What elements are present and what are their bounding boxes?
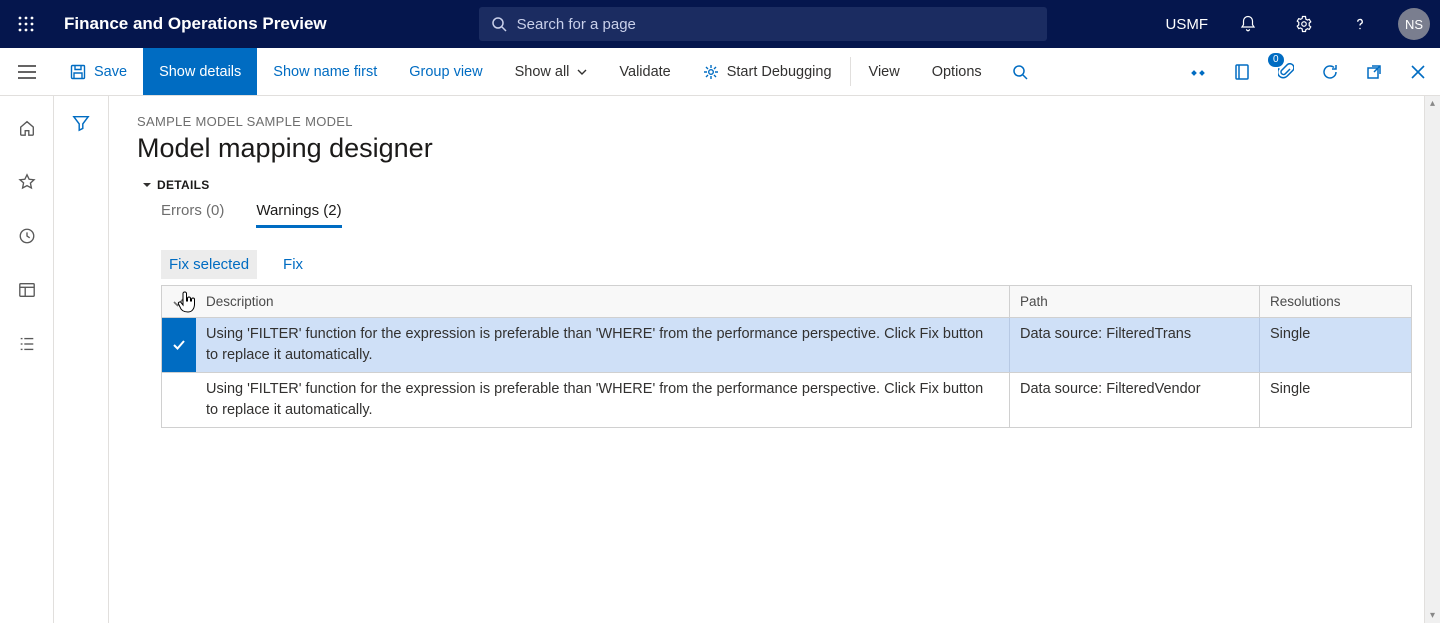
warnings-grid: Description Path Resolutions Using 'FILT…: [161, 285, 1412, 428]
show-name-first-label: Show name first: [273, 64, 377, 80]
row-checkbox[interactable]: [162, 318, 196, 372]
table-row[interactable]: Using 'FILTER' function for the expressi…: [162, 318, 1411, 373]
cell-path: Data source: FilteredTrans: [1009, 318, 1259, 372]
personalize-icon[interactable]: [1176, 48, 1220, 95]
app-launcher-icon[interactable]: [10, 8, 42, 40]
settings-icon[interactable]: [1282, 0, 1326, 48]
filter-pane-toggle[interactable]: [54, 96, 109, 623]
cell-description: Using 'FILTER' function for the expressi…: [196, 373, 1009, 427]
save-label: Save: [94, 64, 127, 80]
fix-action-row: Fix selected Fix: [161, 250, 1412, 279]
favorites-icon[interactable]: [0, 168, 54, 196]
popout-icon[interactable]: [1352, 48, 1396, 95]
caret-down-icon: [143, 181, 151, 189]
view-label: View: [869, 64, 900, 80]
fix-button[interactable]: Fix: [275, 250, 311, 279]
refresh-icon[interactable]: [1308, 48, 1352, 95]
header-resolutions[interactable]: Resolutions: [1259, 286, 1411, 317]
global-search-input[interactable]: [517, 16, 1035, 33]
cell-resolutions: Single: [1259, 373, 1411, 427]
attachments-badge: 0: [1268, 53, 1284, 67]
help-icon[interactable]: [1338, 0, 1382, 48]
tab-warnings[interactable]: Warnings (2): [256, 202, 341, 228]
scroll-up-icon[interactable]: ▴: [1430, 98, 1435, 109]
show-details-button[interactable]: Show details: [143, 48, 257, 95]
find-icon[interactable]: [998, 48, 1042, 95]
details-section-toggle[interactable]: DETAILS: [143, 178, 1412, 192]
row-checkbox[interactable]: [162, 373, 196, 427]
scroll-down-icon[interactable]: ▾: [1430, 610, 1435, 621]
validate-label: Validate: [619, 64, 670, 80]
options-menu[interactable]: Options: [916, 48, 998, 95]
save-icon: [70, 64, 86, 80]
details-section-label: DETAILS: [157, 178, 210, 192]
page-title: Model mapping designer: [137, 133, 1412, 164]
header-path[interactable]: Path: [1009, 286, 1259, 317]
table-row[interactable]: Using 'FILTER' function for the expressi…: [162, 373, 1411, 428]
start-debugging-button[interactable]: Start Debugging: [687, 48, 848, 95]
debug-icon: [703, 64, 719, 80]
tab-errors[interactable]: Errors (0): [161, 202, 224, 228]
notifications-icon[interactable]: [1226, 0, 1270, 48]
options-label: Options: [932, 64, 982, 80]
top-nav-bar: Finance and Operations Preview USMF NS: [0, 0, 1440, 48]
home-icon[interactable]: [0, 114, 54, 142]
cell-path: Data source: FilteredVendor: [1009, 373, 1259, 427]
show-all-dropdown[interactable]: Show all: [499, 48, 604, 95]
checkmark-icon: [172, 295, 186, 309]
left-nav-rail: [0, 96, 54, 623]
details-tabs: Errors (0) Warnings (2): [161, 202, 1412, 228]
search-icon: [491, 16, 507, 32]
checkmark-icon: [172, 338, 186, 352]
header-description[interactable]: Description: [196, 286, 1009, 317]
filter-icon: [72, 114, 90, 132]
attachments-icon[interactable]: 0: [1264, 48, 1308, 95]
save-button[interactable]: Save: [54, 48, 143, 95]
view-menu[interactable]: View: [853, 48, 916, 95]
breadcrumb: SAMPLE MODEL SAMPLE MODEL: [137, 114, 1412, 129]
company-picker[interactable]: USMF: [1160, 16, 1215, 33]
content-area: SAMPLE MODEL SAMPLE MODEL Model mapping …: [109, 96, 1440, 623]
group-view-label: Group view: [409, 64, 482, 80]
workspaces-icon[interactable]: [0, 276, 54, 304]
validate-button[interactable]: Validate: [603, 48, 686, 95]
product-name: Finance and Operations Preview: [64, 14, 327, 34]
vertical-scrollbar[interactable]: ▴ ▾: [1424, 96, 1440, 623]
start-debugging-label: Start Debugging: [727, 64, 832, 80]
close-icon[interactable]: [1396, 48, 1440, 95]
modules-icon[interactable]: [0, 330, 54, 358]
group-view-button[interactable]: Group view: [393, 48, 498, 95]
show-all-label: Show all: [515, 64, 570, 80]
recent-icon[interactable]: [0, 222, 54, 250]
command-bar: Save Show details Show name first Group …: [0, 48, 1440, 96]
fix-selected-button[interactable]: Fix selected: [161, 250, 257, 279]
nav-menu-toggle[interactable]: [0, 48, 54, 95]
show-name-first-button[interactable]: Show name first: [257, 48, 393, 95]
select-all-checkbox[interactable]: [162, 286, 196, 317]
cell-description: Using 'FILTER' function for the expressi…: [196, 318, 1009, 372]
global-search[interactable]: [479, 7, 1047, 41]
chevron-down-icon: [577, 69, 587, 75]
user-avatar[interactable]: NS: [1398, 8, 1430, 40]
cell-resolutions: Single: [1259, 318, 1411, 372]
grid-header-row: Description Path Resolutions: [162, 286, 1411, 318]
page-options-icon[interactable]: [1220, 48, 1264, 95]
show-details-label: Show details: [159, 64, 241, 80]
